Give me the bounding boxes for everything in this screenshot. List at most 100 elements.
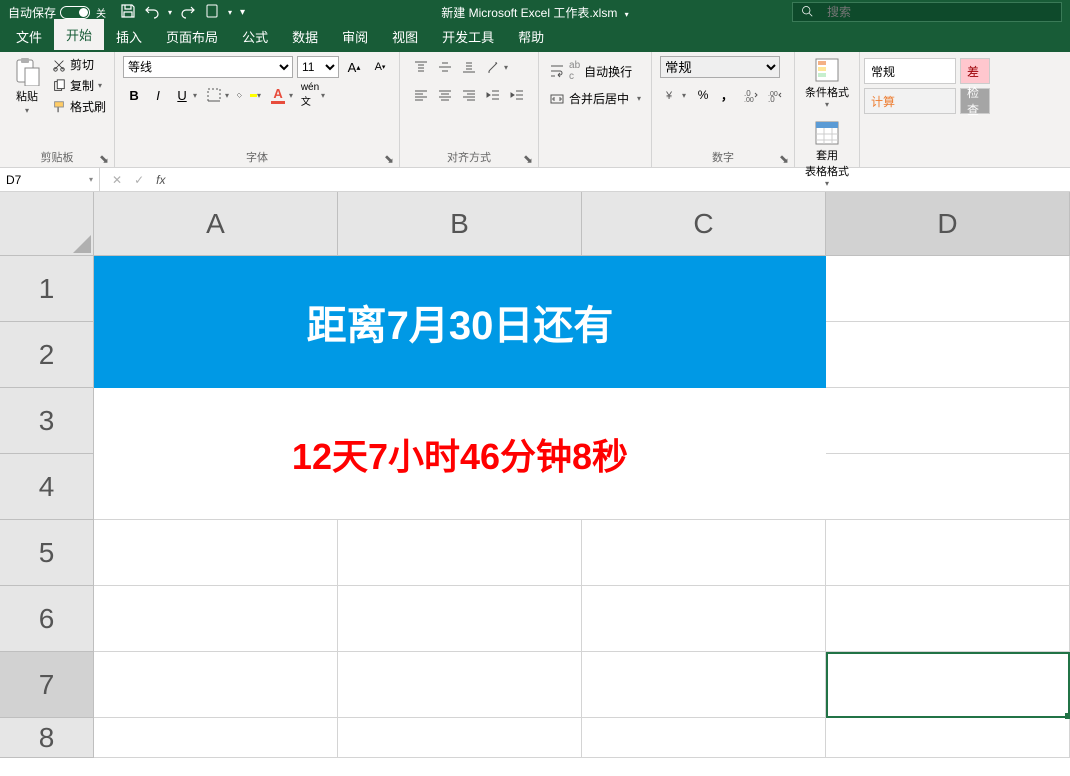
row-header-1[interactable]: 1 <box>0 256 94 322</box>
fx-icon[interactable]: fx <box>156 173 165 187</box>
touch-mode-icon[interactable] <box>204 3 220 22</box>
copy-button[interactable]: 复制▾ <box>52 77 106 94</box>
clipboard-launcher-icon[interactable]: ⬊ <box>99 152 111 164</box>
cell[interactable] <box>582 718 826 758</box>
undo-dd-icon[interactable]: ▾ <box>168 8 172 17</box>
row-header-7[interactable]: 7 <box>0 652 94 718</box>
font-launcher-icon[interactable]: ⬊ <box>384 152 396 164</box>
align-bottom-icon[interactable] <box>458 56 480 78</box>
redo-icon[interactable] <box>180 3 196 22</box>
paste-button[interactable]: 粘贴 ▾ <box>8 56 46 115</box>
filename-dd-icon[interactable]: ▾ <box>625 10 629 19</box>
align-launcher-icon[interactable]: ⬊ <box>523 152 535 164</box>
cellstyle-check[interactable]: 检查 <box>960 88 990 114</box>
cut-button[interactable]: 剪切 <box>52 56 106 73</box>
active-cell[interactable] <box>826 652 1070 718</box>
increase-indent-icon[interactable] <box>506 84 528 106</box>
align-top-icon[interactable] <box>410 56 432 78</box>
wrap-text-button[interactable]: abc自动换行 <box>547 56 643 86</box>
cell[interactable] <box>338 520 582 586</box>
formula-input[interactable] <box>177 168 1070 191</box>
cell[interactable] <box>94 718 338 758</box>
tab-formulas[interactable]: 公式 <box>230 21 280 52</box>
italic-button[interactable]: I <box>147 84 169 106</box>
cancel-icon[interactable]: ✕ <box>112 173 122 187</box>
orientation-button[interactable]: ▾ <box>482 56 512 78</box>
font-color-button[interactable]: A▾ <box>267 84 297 106</box>
row-header-3[interactable]: 3 <box>0 388 94 454</box>
row-header-4[interactable]: 4 <box>0 454 94 520</box>
qat-overflow-icon[interactable]: ▾ <box>240 7 245 18</box>
format-painter-button[interactable]: 格式刷 <box>52 98 106 115</box>
row-header-8[interactable]: 8 <box>0 718 94 758</box>
cell[interactable] <box>338 718 582 758</box>
cell[interactable] <box>826 718 1070 758</box>
decrease-decimal-icon[interactable]: .00.0 <box>764 84 786 106</box>
increase-font-icon[interactable]: A▴ <box>343 56 365 78</box>
col-header-b[interactable]: B <box>338 192 582 255</box>
bold-button[interactable]: B <box>123 84 145 106</box>
accounting-format-button[interactable]: ¥▾ <box>660 84 690 106</box>
tab-layout[interactable]: 页面布局 <box>154 21 230 52</box>
tab-developer[interactable]: 开发工具 <box>430 21 506 52</box>
align-center-icon[interactable] <box>434 84 456 106</box>
align-right-icon[interactable] <box>458 84 480 106</box>
merged-countdown-cell[interactable]: 12天7小时46分钟8秒 <box>94 388 826 520</box>
percent-button[interactable]: % <box>692 84 714 106</box>
fill-color-button[interactable]: ▾ <box>235 84 265 106</box>
row-header-5[interactable]: 5 <box>0 520 94 586</box>
cell[interactable] <box>338 586 582 652</box>
underline-button[interactable]: U▾ <box>171 84 201 106</box>
cell[interactable] <box>338 652 582 718</box>
tab-review[interactable]: 审阅 <box>330 21 380 52</box>
cell[interactable] <box>94 586 338 652</box>
decrease-font-icon[interactable]: A▾ <box>369 56 391 78</box>
name-box[interactable]: D7 ▾ <box>0 168 100 191</box>
tab-file[interactable]: 文件 <box>4 21 54 52</box>
tab-data[interactable]: 数据 <box>280 21 330 52</box>
save-icon[interactable] <box>120 3 136 22</box>
row-header-6[interactable]: 6 <box>0 586 94 652</box>
merged-title-cell[interactable]: 距离7月30日还有 <box>94 256 826 388</box>
decrease-indent-icon[interactable] <box>482 84 504 106</box>
cell[interactable] <box>94 652 338 718</box>
cell[interactable] <box>826 388 1070 454</box>
cellstyle-calc[interactable]: 计算 <box>864 88 956 114</box>
format-table-button[interactable]: 套用 表格格式 ▾ <box>803 119 851 188</box>
cell[interactable] <box>582 586 826 652</box>
cell[interactable] <box>826 322 1070 388</box>
comma-button[interactable]: ， <box>716 84 738 106</box>
cellstyle-bad[interactable]: 差 <box>960 58 990 84</box>
autosave-toggle[interactable]: 自动保存 关 <box>8 4 106 21</box>
align-left-icon[interactable] <box>410 84 432 106</box>
align-middle-icon[interactable] <box>434 56 456 78</box>
border-button[interactable]: ▾ <box>203 84 233 106</box>
enter-icon[interactable]: ✓ <box>134 173 144 187</box>
search-box[interactable] <box>792 2 1062 22</box>
qat-dd-icon[interactable]: ▾ <box>228 8 232 17</box>
cell[interactable] <box>826 454 1070 520</box>
cell[interactable] <box>826 586 1070 652</box>
cell[interactable] <box>94 520 338 586</box>
col-header-c[interactable]: C <box>582 192 826 255</box>
tab-help[interactable]: 帮助 <box>506 21 556 52</box>
cellstyle-normal[interactable]: 常规 <box>864 58 956 84</box>
merge-center-button[interactable]: 合并后居中▾ <box>547 86 643 111</box>
search-input[interactable] <box>821 5 1053 19</box>
font-name-select[interactable]: 等线 <box>123 56 293 78</box>
cell[interactable] <box>582 652 826 718</box>
number-format-select[interactable]: 常规 <box>660 56 780 78</box>
col-header-d[interactable]: D <box>826 192 1070 255</box>
cell[interactable] <box>826 520 1070 586</box>
phonetic-button[interactable]: wén文▾ <box>299 84 329 106</box>
row-header-2[interactable]: 2 <box>0 322 94 388</box>
tab-view[interactable]: 视图 <box>380 21 430 52</box>
select-all-corner[interactable] <box>0 192 94 255</box>
increase-decimal-icon[interactable]: .0.00 <box>740 84 762 106</box>
cell[interactable] <box>582 520 826 586</box>
conditional-format-button[interactable]: 条件格式 ▾ <box>803 56 851 109</box>
number-launcher-icon[interactable]: ⬊ <box>779 152 791 164</box>
cell[interactable] <box>826 256 1070 322</box>
tab-insert[interactable]: 插入 <box>104 21 154 52</box>
undo-icon[interactable] <box>144 3 160 22</box>
